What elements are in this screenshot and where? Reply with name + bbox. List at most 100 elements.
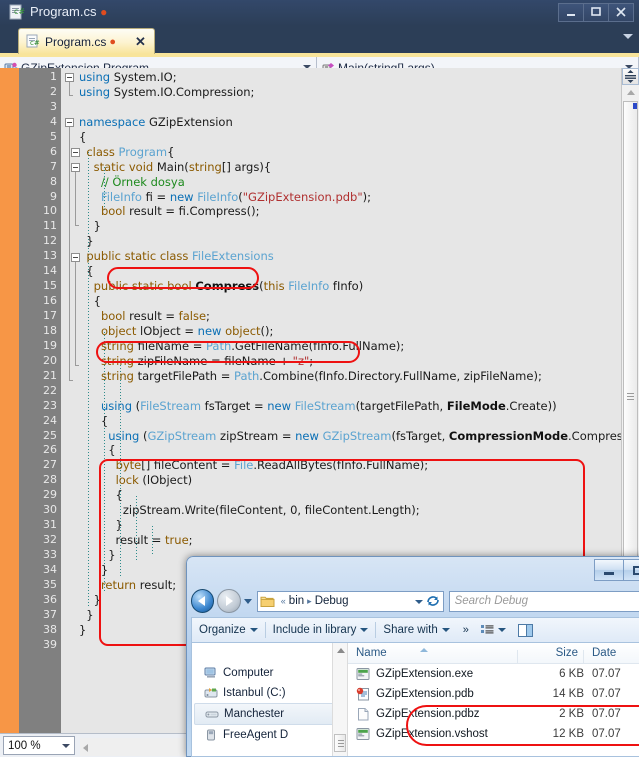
tree-item-manchester[interactable]: Manchester [194, 703, 345, 725]
code-line[interactable]: string zipFileName = fileName + "z"; [79, 354, 599, 369]
code-line[interactable]: { [79, 130, 599, 145]
code-line[interactable]: { [79, 488, 599, 503]
tree-scrollbar-thumb[interactable] [334, 734, 346, 752]
tree-item-computer[interactable]: Computer [192, 663, 347, 683]
file-row[interactable]: GZipExtension.pdb 14 KB 07.07 [348, 684, 639, 704]
code-token: { [79, 294, 101, 309]
code-line[interactable]: using (FileStream fsTarget = new FileStr… [79, 399, 599, 414]
scroll-up-arrow-icon[interactable] [337, 648, 345, 653]
code-line[interactable]: using System.IO.Compression; [79, 85, 599, 100]
fold-toggle-icon[interactable] [65, 118, 74, 127]
explorer-maximize-button[interactable] [623, 559, 639, 581]
code-token: fInfo) [329, 279, 364, 294]
code-line[interactable]: result = true; [79, 533, 599, 548]
organize-menu-button[interactable]: Organize [192, 624, 265, 636]
address-chevron-down-icon[interactable] [414, 599, 423, 604]
code-token: result; [136, 577, 177, 592]
code-line[interactable]: } [79, 219, 599, 234]
code-line[interactable]: public static class FileExtensions [79, 249, 599, 264]
code-token: Program [118, 144, 168, 159]
zoom-level-dropdown[interactable]: 100 % [3, 736, 75, 755]
code-line[interactable]: { [79, 264, 599, 279]
line-number: 4 [50, 114, 57, 128]
breadcrumb-bin[interactable]: bin [289, 595, 304, 607]
code-line[interactable]: zipStream.Write(fileContent, 0, fileCont… [79, 503, 599, 518]
code-token: GZipStream [147, 428, 217, 443]
forward-button[interactable] [217, 589, 241, 613]
code-line[interactable]: } [79, 234, 599, 249]
share-with-button[interactable]: Share with [376, 624, 456, 636]
code-line[interactable]: static void Main(string[] args){ [79, 160, 599, 175]
code-token: [] fileContent = [141, 458, 235, 473]
chevron-down-icon[interactable] [62, 743, 70, 748]
maximize-button[interactable] [583, 3, 609, 22]
column-header-name[interactable]: Name [348, 647, 518, 664]
code-line[interactable]: lock (lObject) [79, 473, 599, 488]
preview-pane-toggle[interactable] [512, 623, 539, 637]
code-token: (targetFilePath, [355, 398, 447, 413]
code-line[interactable]: // Örnek dosya [79, 175, 599, 190]
code-line[interactable]: string fileName = Path.GetFileName(fInfo… [79, 339, 599, 354]
navigation-pane[interactable]: Computer Istanbul (C:) Manchester FreeAgent… [192, 643, 347, 756]
search-box[interactable]: Search Debug [448, 590, 639, 612]
file-list-pane[interactable]: Name Size Date GZipExtension.exe 6 KB 07.0… [347, 643, 639, 756]
code-line[interactable]: namespace GZipExtension [79, 115, 599, 130]
file-list[interactable]: GZipExtension.exe 6 KB 07.07 GZipExtension.… [348, 664, 639, 744]
column-header-size[interactable]: Size [518, 647, 584, 664]
tab-overflow-chevron-down-icon[interactable] [623, 34, 633, 39]
windows-explorer-window[interactable]: « bin ▸ Debug Search Debug Organize Incl… [186, 556, 639, 757]
code-line[interactable]: bool result = fi.Compress(); [79, 204, 599, 219]
scroll-left-arrow-icon[interactable] [83, 744, 88, 752]
code-line[interactable]: { [79, 294, 599, 309]
view-chevron-down-icon[interactable] [497, 628, 506, 632]
file-row[interactable]: GZipExtension.vshost 12 KB 07.07 [348, 724, 639, 744]
tree-item-label: Istanbul (C:) [223, 687, 286, 699]
tree-scrollbar[interactable] [332, 643, 347, 756]
toolbar-overflow-button[interactable]: » [457, 624, 475, 636]
column-header-date[interactable]: Date [584, 647, 639, 659]
breadcrumb-debug[interactable]: Debug [315, 595, 349, 607]
tab-program-cs[interactable]: c# Program.cs ● ✕ [18, 28, 155, 54]
refresh-icon[interactable] [425, 594, 441, 610]
tab-close-icon[interactable]: ✕ [135, 34, 146, 50]
preview-pane-icon [517, 623, 533, 637]
fold-line [75, 262, 76, 365]
code-line[interactable] [79, 100, 599, 115]
code-line[interactable] [79, 384, 599, 399]
code-line[interactable]: bool result = false; [79, 309, 599, 324]
editor-split-handle[interactable] [622, 68, 639, 85]
file-row[interactable]: GZipExtension.pdbz 2 KB 07.07 [348, 704, 639, 724]
scroll-up-arrow-icon[interactable] [627, 90, 635, 95]
code-line[interactable]: string targetFilePath = Path.Combine(fIn… [79, 369, 599, 384]
include-in-library-label: Include in library [272, 624, 357, 636]
explorer-minimize-button[interactable] [594, 559, 624, 581]
history-chevron-down-icon[interactable] [243, 598, 252, 604]
minimize-button[interactable] [558, 3, 584, 22]
code-line[interactable]: { [79, 414, 599, 429]
back-button[interactable] [191, 589, 215, 613]
code-line[interactable]: using System.IO; [79, 70, 599, 85]
change-view-icon[interactable] [480, 624, 494, 637]
close-button[interactable] [608, 3, 634, 22]
address-bar[interactable]: « bin ▸ Debug [256, 590, 444, 612]
code-line[interactable]: } [79, 518, 599, 533]
code-token: fileName = [133, 338, 206, 353]
include-in-library-button[interactable]: Include in library [266, 624, 376, 636]
file-name: GZipExtension.exe [376, 668, 474, 680]
code-line[interactable]: object lObject = new object(); [79, 324, 599, 339]
tree-item-istanbul-c[interactable]: Istanbul (C:) [192, 683, 347, 703]
file-row[interactable]: GZipExtension.exe 6 KB 07.07 [348, 664, 639, 684]
view-options[interactable] [475, 624, 512, 637]
code-line[interactable]: using (GZipStream zipStream = new GZipSt… [79, 428, 638, 444]
code-line[interactable]: byte[] fileContent = File.ReadAllBytes(f… [79, 458, 599, 473]
code-line[interactable]: { [79, 443, 599, 458]
fold-toggle-icon[interactable] [65, 73, 74, 82]
code-line[interactable]: FileInfo fi = new FileInfo("GZipExtensio… [79, 190, 599, 205]
editor-fold-margin[interactable] [61, 68, 80, 734]
code-token: object [225, 323, 261, 338]
code-line[interactable]: public static bool Compress(this FileInf… [79, 279, 599, 294]
code-line[interactable]: class Program{ [79, 145, 599, 160]
line-number: 16 [43, 294, 57, 308]
tree-item-freeagent-d[interactable]: FreeAgent D [192, 725, 347, 745]
